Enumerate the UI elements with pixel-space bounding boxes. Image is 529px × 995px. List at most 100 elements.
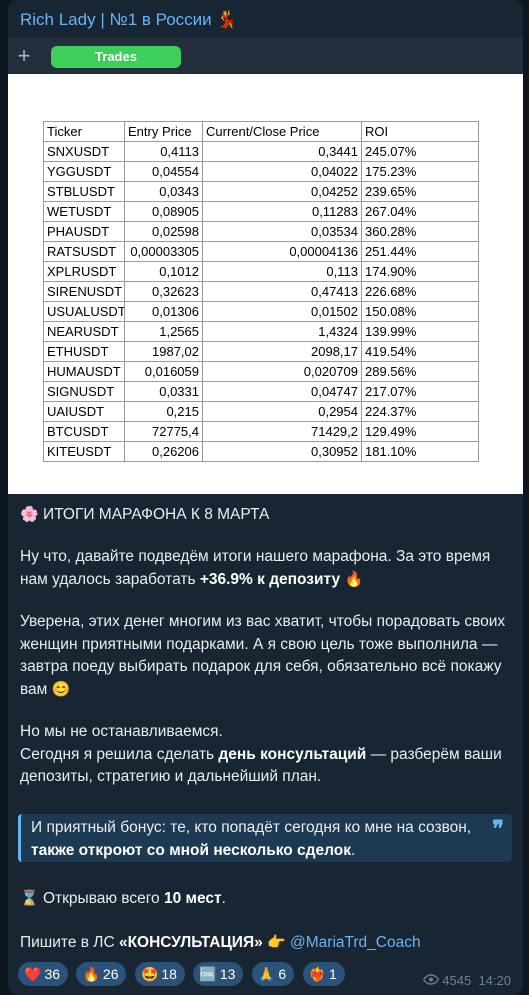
table-row: WETUSDT 0,08905 0,11283 267.04% <box>43 201 479 222</box>
cell-ticker: SIRENUSDT <box>43 281 125 302</box>
cell-ticker: UAIUSDT <box>43 401 125 422</box>
heart-on-fire-icon: ❤️‍🔥 <box>308 966 326 982</box>
table-row: HUMAUSDT 0,016059 0,020709 289.56% <box>43 361 479 382</box>
smile-icon: 😊 <box>51 680 71 698</box>
quote-bold: также откроют со мной несколько сделок <box>31 841 352 859</box>
cell-roi: 174.90% <box>361 261 479 282</box>
cell-entry-price: 0,215 <box>124 401 203 422</box>
cell-current-price: 71429,2 <box>202 421 362 442</box>
cell-current-price: 0,30952 <box>202 441 362 462</box>
cell-ticker: USUALUSDT <box>43 301 125 322</box>
cell-roi: 419.54% <box>361 341 479 362</box>
views-count: 4545 <box>442 973 472 988</box>
table-row: XPLRUSDT 0,1012 0,113 174.90% <box>43 261 479 282</box>
cell-ticker: ETHUSDT <box>43 341 125 362</box>
fire-icon: 🔥 <box>344 570 364 588</box>
trades-button[interactable]: Trades <box>51 46 181 68</box>
post-time: 14:20 <box>478 973 511 988</box>
cell-ticker: RATSUSDT <box>43 241 125 262</box>
eye-icon <box>423 973 440 988</box>
cell-entry-price: 0,32623 <box>124 281 203 302</box>
cell-current-price: 0,03534 <box>202 221 362 242</box>
quote-post: . <box>351 841 356 859</box>
cell-entry-price: 0,016059 <box>124 361 203 382</box>
cell-current-price: 0,04747 <box>202 381 362 402</box>
cell-ticker: YGGUSDT <box>43 161 125 182</box>
cell-entry-price: 0,01306 <box>124 301 203 322</box>
reaction-heart-fire[interactable]: ❤️‍🔥 1 <box>302 962 345 986</box>
table-header-row: Ticker Entry Price Current/Close Price R… <box>43 121 479 142</box>
reaction-count: 6 <box>278 966 287 982</box>
reaction-fire[interactable]: 🔥 26 <box>76 962 127 986</box>
cell-current-price: 0,020709 <box>202 361 362 382</box>
table-row: RATSUSDT 0,00003305 0,00004136 251.44% <box>43 241 479 262</box>
table-row: PHAUSDT 0,02598 0,03534 360.28% <box>43 221 479 242</box>
cell-ticker: WETUSDT <box>43 201 125 222</box>
channel-title[interactable]: Rich Lady | №1 в России 💃 <box>20 10 238 30</box>
cell-entry-price: 0,00003305 <box>124 241 203 262</box>
paragraph-contact: Пишите в ЛС «КОНСУЛЬТАЦИЯ» 👉 @MariaTrd_C… <box>20 932 515 955</box>
cell-roi: 129.49% <box>361 421 479 442</box>
cell-roi: 181.10% <box>361 441 479 462</box>
table-row: SIRENUSDT 0,32623 0,47413 226.68% <box>43 281 479 302</box>
cell-roi: 150.08% <box>361 301 479 322</box>
cell-entry-price: 0,04554 <box>124 161 203 182</box>
contact-link[interactable]: @MariaTrd_Coach <box>290 934 421 951</box>
cell-entry-price: 1,2565 <box>124 321 203 342</box>
cell-ticker: KITEUSDT <box>43 441 125 462</box>
channel-post: Rich Lady | №1 в России 💃 + Trades Ticke… <box>8 0 523 995</box>
cell-entry-price: 0,0343 <box>124 181 203 202</box>
flower-icon: 🌸 <box>20 506 39 523</box>
cell-entry-price: 0,02598 <box>124 221 203 242</box>
cell-current-price: 1,4324 <box>202 321 362 342</box>
fire-icon: 🔥 <box>82 966 100 982</box>
p3-bold: день консультаций <box>218 745 367 763</box>
table-row: SIGNUSDT 0,0331 0,04747 217.07% <box>43 381 479 402</box>
cell-ticker: PHAUSDT <box>43 221 125 242</box>
table-row: STBLUSDT 0,0343 0,04252 239.65% <box>43 181 479 202</box>
reactions-bar: ❤️ 36 🔥 26 🤩 18 🆒 13 🙏 6 ❤️‍🔥 1 <box>18 962 349 986</box>
table-row: NEARUSDT 1,2565 1,4324 139.99% <box>43 321 479 342</box>
reaction-count: 36 <box>44 966 61 982</box>
header-entry-price: Entry Price <box>124 121 203 142</box>
cell-current-price: 2098,17 <box>202 341 362 362</box>
table-row: BTCUSDT 72775,4 71429,2 129.49% <box>43 421 479 442</box>
cell-ticker: HUMAUSDT <box>43 361 125 382</box>
cell-current-price: 0,113 <box>202 261 362 282</box>
cell-roi: 226.68% <box>361 281 479 302</box>
cell-ticker: BTCUSDT <box>43 421 125 442</box>
p2-text: Уверена, этих денег многим из вас хватит… <box>20 613 506 698</box>
pray-icon: 🙏 <box>257 966 276 982</box>
cell-current-price: 0,00004136 <box>202 241 362 262</box>
post-image[interactable]: Ticker Entry Price Current/Close Price R… <box>8 74 523 494</box>
cell-entry-price: 0,1012 <box>124 261 203 282</box>
cell-roi: 217.07% <box>361 381 479 402</box>
plus-icon[interactable]: + <box>16 38 32 74</box>
reaction-star-eyes[interactable]: 🤩 18 <box>134 962 185 986</box>
pointing-hand-icon: 👉 <box>267 934 286 951</box>
paragraph-consultations: Но мы не останавливаемся. Сегодня я реши… <box>20 721 515 789</box>
roi-table: Ticker Entry Price Current/Close Price R… <box>43 121 479 462</box>
reaction-heart[interactable]: ❤️ 36 <box>18 962 69 986</box>
p3-line2: Сегодня я решила сделать день консультац… <box>20 744 515 789</box>
p4-post: . <box>221 890 226 907</box>
heading-text: ИТОГИ МАРАФОНА К 8 МАРТА <box>43 506 270 523</box>
table-row: UAIUSDT 0,215 0,2954 224.37% <box>43 401 479 422</box>
p4-bold: 10 мест <box>163 890 222 907</box>
reaction-pray[interactable]: 🙏 6 <box>251 962 295 986</box>
cell-roi: 245.07% <box>361 141 479 162</box>
cell-ticker: SIGNUSDT <box>43 381 125 402</box>
cell-roi: 289.56% <box>361 361 479 382</box>
cell-ticker: SNXUSDT <box>43 141 125 162</box>
cell-current-price: 0,04252 <box>202 181 362 202</box>
p3-pre: Сегодня я решила сделать <box>20 745 219 763</box>
table-row: USUALUSDT 0,01306 0,01502 150.08% <box>43 301 479 322</box>
hourglass-icon: ⌛ <box>20 890 39 907</box>
p1-bold: +36.9% к депозиту <box>199 570 341 588</box>
p5-pre: Пишите в ЛС <box>20 934 119 951</box>
reaction-cool[interactable]: 🆒 13 <box>193 962 244 986</box>
quote-pre: И приятный бонус: те, кто попадёт сегодн… <box>31 819 472 836</box>
cell-roi: 251.44% <box>361 241 479 262</box>
cell-current-price: 0,11283 <box>202 201 362 222</box>
cell-roi: 175.23% <box>361 161 479 182</box>
